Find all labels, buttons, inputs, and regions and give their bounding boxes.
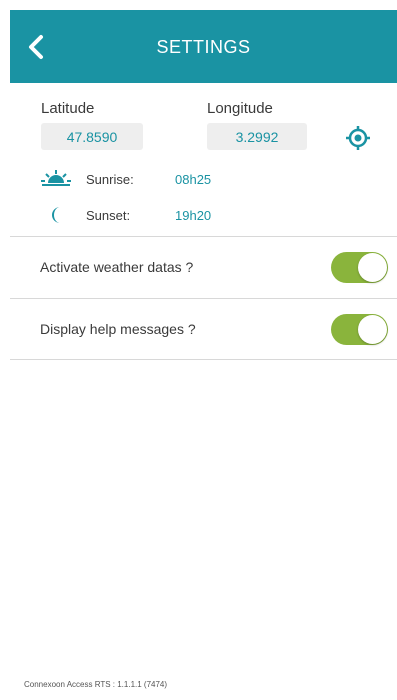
locate-button[interactable] — [343, 123, 373, 153]
divider — [10, 298, 397, 299]
sunset-row: Sunset: 19h20 — [40, 205, 211, 225]
moon-icon — [52, 207, 60, 223]
latitude-label: Latitude — [41, 100, 95, 117]
weather-toggle[interactable] — [331, 252, 388, 283]
page-title: SETTINGS — [156, 37, 251, 57]
location-panel: Latitude 47.8590 Longitude 3.2992 Sunris… — [10, 83, 397, 236]
divider — [10, 359, 397, 360]
toggle-knob — [358, 315, 387, 344]
sunrise-value: 08h25 — [175, 171, 212, 187]
setting-row-help: Display help messages ? — [10, 300, 397, 360]
longitude-field[interactable]: 3.2992 — [207, 123, 307, 150]
weather-toggle-label: Activate weather datas ? — [40, 259, 194, 275]
sunrise-row: Sunrise: 08h25 — [40, 169, 211, 189]
help-toggle[interactable] — [331, 314, 388, 345]
app-header: SETTINGS — [10, 10, 397, 83]
sunset-value: 19h20 — [175, 207, 212, 223]
divider — [10, 236, 397, 237]
sunset-label: Sunset: — [86, 207, 131, 223]
help-toggle-label: Display help messages ? — [40, 321, 196, 337]
version-text: Connexoon Access RTS : 1.1.1.1 (7474) — [24, 680, 168, 689]
longitude-label: Longitude — [207, 100, 273, 117]
latitude-field[interactable]: 47.8590 — [41, 123, 143, 150]
sunrise-label: Sunrise: — [86, 171, 134, 187]
setting-row-weather: Activate weather datas ? — [10, 238, 397, 298]
toggle-knob — [358, 253, 387, 282]
sunrise-icon — [41, 170, 71, 186]
locate-icon — [346, 126, 370, 150]
